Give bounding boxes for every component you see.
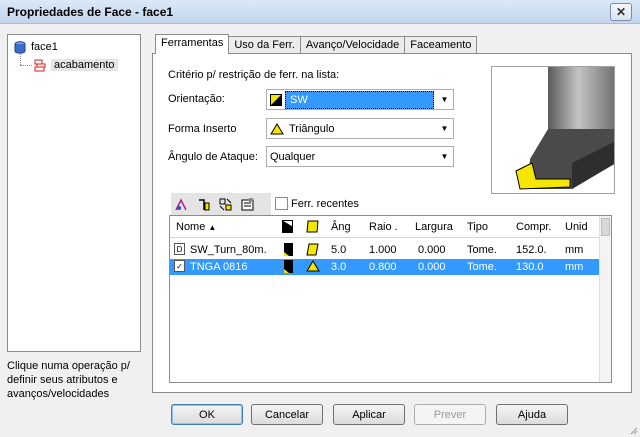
operation-tree[interactable]: face1 acabamento <box>7 34 141 352</box>
triangle-icon <box>270 122 284 134</box>
attack-angle-label: Ângulo de Ataque: <box>168 151 258 163</box>
checkbox[interactable] <box>275 197 288 210</box>
vertical-scrollbar[interactable] <box>599 216 611 382</box>
tool-edit-icon[interactable] <box>196 197 211 212</box>
criteria-label: Critério p/ restrição de ferr. na lista: <box>168 69 340 81</box>
cylinder-icon <box>14 40 26 54</box>
close-icon: ✕ <box>615 5 627 19</box>
close-button[interactable]: ✕ <box>610 3 632 21</box>
tool-width: 0.000 <box>418 244 446 256</box>
tab-strip: Ferramentas Uso da Ferr. Avanço/Velocida… <box>155 34 478 54</box>
chevron-down-icon[interactable]: ▼ <box>436 147 453 166</box>
tab-uso-da-ferr[interactable]: Uso da Ferr. <box>228 36 301 54</box>
tree-item-acabamento[interactable]: acabamento <box>34 57 118 73</box>
tool-list-header: Nome ▲ Âng Raio . Largura Tipo Compr. Un… <box>170 216 600 238</box>
orientation-sw-icon <box>270 93 282 106</box>
column-header-raio[interactable]: Raio . <box>369 221 398 233</box>
table-row[interactable]: ✓ TNGA 0816 3.0 0.800 0.000 Tome. 130.0 … <box>170 259 600 275</box>
tool-length: 152.0. <box>516 244 547 256</box>
tool-width: 0.000 <box>418 261 446 273</box>
orientation-marker-icon <box>284 243 293 256</box>
tree-item-label: acabamento <box>51 59 118 71</box>
ferramentas-panel: Critério p/ restrição de ferr. na lista:… <box>152 53 632 393</box>
attack-angle-value: Qualquer <box>270 150 316 163</box>
column-header-nome[interactable]: Nome ▲ <box>176 221 216 233</box>
tool-toolbar <box>171 193 271 215</box>
row-checkbox[interactable]: D <box>174 243 185 255</box>
tool-new-icon[interactable] <box>174 197 189 212</box>
resize-grip-icon[interactable] <box>628 425 638 435</box>
column-header-unid[interactable]: Unid <box>565 221 588 233</box>
attack-angle-select[interactable]: Qualquer ▼ <box>266 146 454 167</box>
row-checkbox[interactable]: ✓ <box>174 260 185 272</box>
column-header-largura[interactable]: Largura <box>415 221 453 233</box>
tool-radius: 0.800 <box>369 261 397 273</box>
orientation-column-icon[interactable] <box>282 220 293 233</box>
tool-name: SW_Turn_80m. <box>190 244 267 256</box>
orientation-value: SW <box>285 90 434 109</box>
turning-tool-image <box>515 67 614 190</box>
cancel-button[interactable]: Cancelar <box>251 404 323 425</box>
tree-connector <box>20 65 32 66</box>
tool-list[interactable]: Nome ▲ Âng Raio . Largura Tipo Compr. Un… <box>169 215 612 383</box>
tool-name: TNGA 0816 <box>190 261 248 273</box>
tool-library-icon[interactable] <box>218 197 233 212</box>
tab-faceamento[interactable]: Faceamento <box>404 36 478 54</box>
ok-button[interactable]: OK <box>171 404 243 425</box>
orientation-marker-icon <box>284 260 293 273</box>
sort-ascending-icon: ▲ <box>208 223 217 232</box>
window-title: Propriedades de Face - face1 <box>7 5 174 19</box>
scrollbar-thumb[interactable] <box>601 218 610 236</box>
tool-angle: 3.0 <box>331 261 347 273</box>
orientation-select[interactable]: SW ▼ <box>266 89 454 110</box>
help-button[interactable]: Ajuda <box>496 404 568 425</box>
triangle-insert-icon <box>306 260 320 272</box>
diamond-insert-icon <box>306 243 319 256</box>
tool-length: 130.0 <box>516 261 544 273</box>
tool-radius: 1.000 <box>369 244 397 256</box>
title-bar: Propriedades de Face - face1 ✕ <box>0 0 640 24</box>
chevron-down-icon[interactable]: ▼ <box>436 119 453 138</box>
tool-type: Tome. <box>467 244 497 256</box>
column-header-compr[interactable]: Compr. <box>516 221 551 233</box>
tree-connector <box>20 53 21 65</box>
column-header-ang[interactable]: Âng <box>331 221 351 233</box>
tool-unit: mm <box>565 244 584 256</box>
insert-shape-label: Forma Inserto <box>168 123 237 135</box>
shape-column-icon[interactable] <box>306 220 319 233</box>
tool-unit: mm <box>565 261 584 273</box>
hint-text: Clique numa operação p/ definir seus atr… <box>7 360 130 400</box>
tab-ferramentas[interactable]: Ferramentas <box>155 34 230 54</box>
tool-type: Tome. <box>467 261 497 273</box>
tree-item-label: face1 <box>31 41 58 53</box>
insert-shape-value: Triângulo <box>289 122 335 135</box>
orientation-label: Orientação: <box>168 93 225 105</box>
chevron-down-icon[interactable]: ▼ <box>436 90 453 109</box>
tool-preview <box>491 66 615 194</box>
tool-angle: 5.0 <box>331 244 347 256</box>
insert-shape-select[interactable]: Triângulo ▼ <box>266 118 454 139</box>
table-row[interactable]: D SW_Turn_80m. 5.0 1.000 0.000 Tome. 152… <box>170 242 600 258</box>
finishing-op-icon <box>34 59 46 71</box>
preview-button: Prever <box>414 404 486 425</box>
apply-button[interactable]: Aplicar <box>333 404 405 425</box>
column-header-tipo[interactable]: Tipo <box>467 221 488 233</box>
recent-tools-label: Ferr. recentes <box>291 197 359 210</box>
tab-avanco-velocidade[interactable]: Avanço/Velocidade <box>299 36 406 54</box>
tool-properties-icon[interactable] <box>240 197 255 212</box>
recent-tools-checkbox[interactable]: Ferr. recentes <box>275 197 359 210</box>
